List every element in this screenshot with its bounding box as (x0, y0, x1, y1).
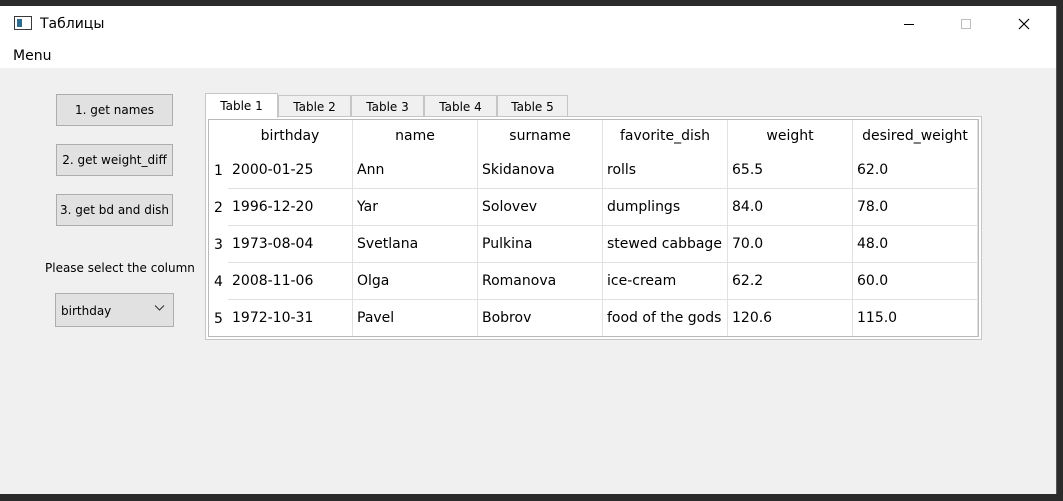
table-row: 4 2008-11-06 Olga Romanova ice-cream 62.… (209, 263, 978, 300)
table-cell[interactable]: Svetlana (353, 226, 478, 263)
table-row: 1 2000-01-25 Ann Skidanova rolls 65.5 62… (209, 152, 978, 189)
table-cell[interactable]: 84.0 (728, 189, 853, 226)
table-row: 3 1973-08-04 Svetlana Pulkina stewed cab… (209, 226, 978, 263)
tab-table-1[interactable]: Table 1 (205, 93, 278, 118)
row-header[interactable]: 4 (209, 263, 228, 300)
table-cell[interactable]: Bobrov (478, 300, 603, 336)
screen-background: Таблицы Menu 1. get names 2. get weight_… (0, 0, 1063, 501)
table-cell[interactable]: 1973-08-04 (228, 226, 353, 263)
maximize-icon (961, 19, 971, 29)
column-select-value: birthday (61, 304, 112, 318)
table-cell[interactable]: Ann (353, 152, 478, 189)
table-cell[interactable]: dumplings (603, 189, 728, 226)
title-bar[interactable]: Таблицы (0, 6, 1056, 42)
table-cell[interactable]: ice-cream (603, 263, 728, 300)
table-cell[interactable]: 1996-12-20 (228, 189, 353, 226)
table-row: 5 1972-10-31 Pavel Bobrov food of the go… (209, 300, 978, 336)
menu-bar: Menu (0, 42, 1056, 68)
tab-table-4[interactable]: Table 4 (424, 95, 497, 117)
table-cell[interactable]: 60.0 (853, 263, 978, 300)
table-header-row: birthday name surname favorite_dish weig… (209, 120, 978, 152)
tab-pane: birthday name surname favorite_dish weig… (205, 116, 982, 340)
table-cell[interactable]: 2000-01-25 (228, 152, 353, 189)
row-header[interactable]: 3 (209, 226, 228, 263)
column-header[interactable]: name (353, 120, 478, 152)
menu-item-menu[interactable]: Menu (13, 48, 51, 64)
column-header[interactable]: birthday (228, 120, 353, 152)
table-cell[interactable]: Romanova (478, 263, 603, 300)
column-header[interactable]: weight (728, 120, 853, 152)
close-button[interactable] (1001, 6, 1047, 42)
table-cell[interactable]: 70.0 (728, 226, 853, 263)
table-cell[interactable]: rolls (603, 152, 728, 189)
table-cell[interactable]: 62.0 (853, 152, 978, 189)
table-cell[interactable]: 115.0 (853, 300, 978, 336)
data-table[interactable]: birthday name surname favorite_dish weig… (208, 119, 979, 337)
app-window-icon (14, 16, 32, 30)
minimize-icon (904, 23, 914, 25)
close-icon (1018, 18, 1030, 30)
row-header[interactable]: 5 (209, 300, 228, 336)
column-select-combobox[interactable]: birthday (55, 293, 174, 327)
table-cell[interactable]: Yar (353, 189, 478, 226)
get-names-button[interactable]: 1. get names (56, 94, 173, 126)
table-cell[interactable]: Pavel (353, 300, 478, 336)
table-cell[interactable]: 2008-11-06 (228, 263, 353, 300)
table-cell[interactable]: Skidanova (478, 152, 603, 189)
table-cell[interactable]: 1972-10-31 (228, 300, 353, 336)
app-window: Таблицы Menu 1. get names 2. get weight_… (0, 6, 1057, 494)
table-cell[interactable]: 48.0 (853, 226, 978, 263)
column-header[interactable]: desired_weight (853, 120, 978, 152)
table-cell[interactable]: 62.2 (728, 263, 853, 300)
table-row: 2 1996-12-20 Yar Solovev dumplings 84.0 … (209, 189, 978, 226)
minimize-button[interactable] (886, 6, 932, 42)
chevron-down-icon (154, 305, 165, 311)
table-cell[interactable]: 120.6 (728, 300, 853, 336)
tab-table-3[interactable]: Table 3 (351, 95, 424, 117)
window-title: Таблицы (40, 16, 105, 32)
table-cell[interactable]: 78.0 (853, 189, 978, 226)
table-cell[interactable]: stewed cabbage (603, 226, 728, 263)
get-weight-diff-button[interactable]: 2. get weight_diff (56, 144, 173, 176)
get-bd-and-dish-button[interactable]: 3. get bd and dish (56, 194, 173, 226)
table-cell[interactable]: 65.5 (728, 152, 853, 189)
column-header[interactable]: favorite_dish (603, 120, 728, 152)
tab-table-2[interactable]: Table 2 (278, 95, 351, 117)
table-cell[interactable]: Pulkina (478, 226, 603, 263)
column-select-label: Please select the column (45, 261, 195, 275)
row-header[interactable]: 1 (209, 152, 228, 189)
table-cell[interactable]: Solovev (478, 189, 603, 226)
table-cell[interactable]: food of the gods (603, 300, 728, 336)
tab-table-5[interactable]: Table 5 (497, 95, 568, 117)
table-cell[interactable]: Olga (353, 263, 478, 300)
column-header[interactable]: surname (478, 120, 603, 152)
maximize-button[interactable] (943, 6, 989, 42)
row-header[interactable]: 2 (209, 189, 228, 226)
